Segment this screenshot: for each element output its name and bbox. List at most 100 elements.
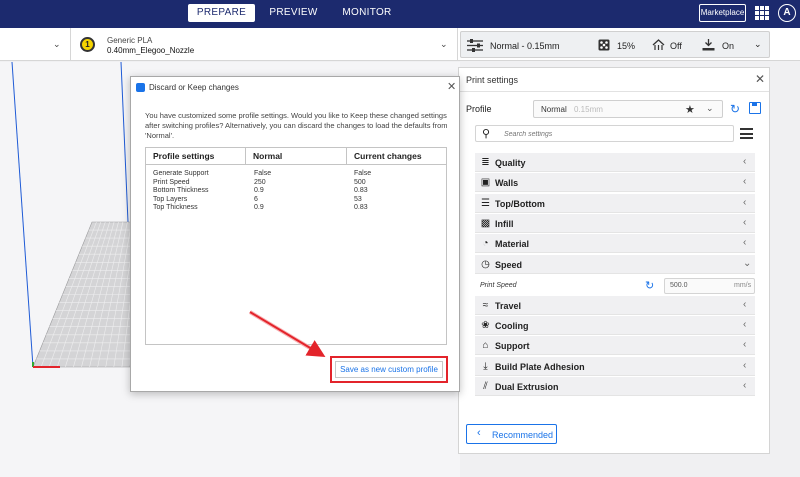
category-walls[interactable]: ▣ Walls ‹ <box>475 173 755 192</box>
star-icon[interactable]: ★ <box>685 103 695 116</box>
chevron-left-icon: ‹ <box>743 156 747 167</box>
nozzle-name[interactable]: 0.40mm_Elegoo_Nozzle <box>107 46 194 55</box>
marketplace-button[interactable]: Marketplace <box>699 4 746 22</box>
walls-icon: ▣ <box>480 177 491 188</box>
table-header: Current changes <box>347 148 446 165</box>
profile-layer-height: 0.15mm <box>574 105 603 114</box>
recommended-button[interactable]: ‹ Recommended <box>466 424 557 444</box>
category-cooling[interactable]: ❀ Cooling ‹ <box>475 316 755 335</box>
highlight-frame: Save as new custom profile <box>330 356 448 383</box>
tab-prepare[interactable]: PREPARE <box>188 4 255 22</box>
extruder-badge: 1 <box>80 37 95 52</box>
panel-title: Print settings <box>466 75 519 85</box>
dialog-title: Discard or Keep changes <box>149 83 239 92</box>
category-travel[interactable]: ≈ Travel ‹ <box>475 296 755 315</box>
top-nav-bar: PREPARE PREVIEW MONITOR Marketplace A <box>0 0 800 28</box>
category-label: Travel <box>495 301 522 311</box>
setting-label: Print Speed <box>480 282 517 289</box>
category-label: Infill <box>495 219 514 229</box>
table-cell: Top Thickness <box>153 204 198 211</box>
settings-search[interactable]: ⚲ <box>475 125 734 142</box>
support-value: Off <box>670 41 682 51</box>
setting-print-speed: Print Speed ↻ 500.0 mm/s <box>475 277 755 296</box>
category-label: Cooling <box>495 321 529 331</box>
category-label: Build Plate Adhesion <box>495 362 585 372</box>
profile-label: Profile <box>466 104 492 114</box>
apps-grid-icon[interactable] <box>755 6 769 20</box>
speed-icon: ◷ <box>481 259 490 270</box>
setting-value[interactable]: 500.0 <box>670 282 688 289</box>
chevron-left-icon: ‹ <box>743 380 747 391</box>
profile-selector[interactable]: Normal 0.15mm ★ ⌄ <box>533 100 723 118</box>
tab-monitor[interactable]: MONITOR <box>338 4 396 22</box>
table-header: Profile settings <box>146 148 246 165</box>
material-chevron-down-icon[interactable]: ⌄ <box>440 39 448 50</box>
print-settings-panel: Print settings ✕ Profile Normal 0.15mm ★… <box>458 67 770 454</box>
discard-keep-dialog: Discard or Keep changes ✕ You have custo… <box>130 76 460 392</box>
infill-icon <box>598 39 610 53</box>
settings-sliders-icon <box>467 39 483 54</box>
printer-selector-chevron-icon[interactable]: ⌄ <box>53 39 61 50</box>
infill-icon: ▩ <box>480 218 491 229</box>
chevron-down-icon: ⌄ <box>743 258 752 269</box>
category-support[interactable]: ⌂ Support ‹ <box>475 336 755 355</box>
avatar[interactable]: A <box>778 4 796 22</box>
adhesion-icon <box>702 39 715 53</box>
category-top-bottom[interactable]: ☰ Top/Bottom ‹ <box>475 194 755 213</box>
changes-table: Profile settings Normal Current changes … <box>145 147 447 345</box>
travel-icon: ≈ <box>482 300 489 311</box>
save-profile-icon[interactable] <box>749 102 761 114</box>
infill-value: 15% <box>617 41 636 51</box>
reset-setting-icon[interactable]: ↻ <box>645 279 654 292</box>
close-icon[interactable]: ✕ <box>447 80 456 93</box>
category-label: Quality <box>495 158 526 168</box>
summary-chevron-down-icon[interactable]: ⌄ <box>754 39 762 50</box>
chevron-left-icon: ‹ <box>743 360 747 371</box>
category-build-plate-adhesion[interactable]: ⤓ Build Plate Adhesion ‹ <box>475 357 755 376</box>
toolbar-divider <box>70 28 71 61</box>
adhesion-value: On <box>722 41 735 51</box>
table-row: Top Thickness 0.9 0.83 <box>146 203 446 212</box>
category-speed[interactable]: ◷ Speed ⌄ <box>475 255 755 274</box>
category-label: Material <box>495 239 530 249</box>
tab-preview[interactable]: PREVIEW <box>266 4 321 22</box>
hamburger-menu-icon[interactable] <box>740 128 753 139</box>
material-icon: ◔ <box>482 238 489 249</box>
table-header: Normal <box>246 148 347 165</box>
save-custom-profile-button[interactable]: Save as new custom profile <box>335 361 443 378</box>
chevron-down-icon[interactable]: ⌄ <box>706 103 714 114</box>
category-label: Dual Extrusion <box>495 382 559 392</box>
profile-name: Normal <box>541 105 567 114</box>
toolbar-divider <box>457 28 458 61</box>
chevron-left-icon: ‹ <box>743 299 747 310</box>
chevron-left-icon: ‹ <box>743 237 747 248</box>
profile-summary: Normal - 0.15mm <box>490 41 560 51</box>
chevron-left-icon: ‹ <box>477 427 481 439</box>
chevron-left-icon: ‹ <box>743 197 747 208</box>
print-settings-summary[interactable]: Normal - 0.15mm 15% Off On ⌄ <box>460 31 770 58</box>
dialog-message: You have customized some profile setting… <box>145 111 448 140</box>
adhesion-icon: ⤓ <box>483 361 488 372</box>
support-icon <box>652 39 665 53</box>
table-cell: 0.9 <box>254 204 264 211</box>
category-dual-extrusion[interactable]: ⫽ Dual Extrusion ‹ <box>475 377 755 396</box>
search-input[interactable] <box>504 128 724 140</box>
category-quality[interactable]: ≣ Quality ‹ <box>475 153 755 172</box>
category-infill[interactable]: ▩ Infill ‹ <box>475 214 755 233</box>
material-name[interactable]: Generic PLA <box>107 36 152 45</box>
top-bottom-icon: ☰ <box>481 198 490 209</box>
search-icon: ⚲ <box>482 128 491 140</box>
recommended-label: Recommended <box>492 430 554 440</box>
app-logo-icon <box>136 83 145 92</box>
chevron-left-icon: ‹ <box>743 217 747 228</box>
category-material[interactable]: ◔ Material ‹ <box>475 234 755 253</box>
chevron-left-icon: ‹ <box>743 319 747 330</box>
close-icon[interactable]: ✕ <box>755 72 765 86</box>
print-speed-field[interactable]: 500.0 mm/s <box>664 278 755 294</box>
dual-extrusion-icon: ⫽ <box>483 381 488 392</box>
category-label: Top/Bottom <box>495 199 545 209</box>
reset-profile-icon[interactable]: ↻ <box>730 102 740 116</box>
chevron-left-icon: ‹ <box>743 339 747 350</box>
category-label: Speed <box>495 260 523 270</box>
setting-unit: mm/s <box>734 282 752 289</box>
